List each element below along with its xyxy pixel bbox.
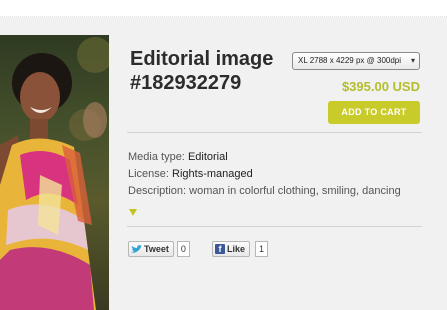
tweet-button[interactable]: Tweet [128, 241, 174, 257]
title-line-2: #182932279 [130, 72, 242, 94]
add-to-cart-button[interactable]: ADD TO CART [328, 101, 420, 124]
woman-dancing-image [0, 37, 109, 310]
twitter-bird-icon [131, 244, 142, 253]
top-strip [0, 0, 447, 17]
description-value: woman in colorful clothing, smiling, dan… [189, 185, 401, 197]
license-value: Rights-managed [172, 168, 253, 180]
size-select-value: XL 2788 x 4229 px @ 300dpi [298, 56, 402, 65]
chevron-down-icon: ▾ [410, 56, 415, 65]
media-type-line: Media type: Editorial [128, 151, 228, 163]
page-title: Editorial image #182932279 [130, 47, 280, 95]
media-type-label: Media type: [128, 151, 185, 163]
license-label: License: [128, 168, 169, 180]
divider [127, 226, 422, 227]
tweet-label: Tweet [144, 244, 169, 254]
like-label: Like [227, 244, 246, 254]
price: $395.00 USD [341, 79, 420, 94]
like-count: 1 [255, 241, 269, 257]
tweet-count: 0 [176, 241, 190, 257]
title-line-1: Editorial image [130, 48, 274, 70]
description-label: Description: [128, 185, 187, 197]
like-button[interactable]: f Like [212, 241, 251, 257]
size-select[interactable]: XL 2788 x 4229 px @ 300dpi ▾ [292, 52, 420, 70]
description-line: Description: woman in colorful clothing,… [128, 185, 401, 197]
divider [127, 132, 422, 133]
expand-arrow-icon[interactable] [129, 209, 137, 216]
product-photo[interactable] [0, 35, 109, 310]
facebook-icon: f [215, 244, 225, 254]
media-type-value: Editorial [187, 151, 228, 163]
like-widget: f Like 1 [212, 241, 269, 257]
license-line: License: Rights-managed [128, 168, 253, 180]
tweet-widget: Tweet 0 [128, 241, 190, 257]
